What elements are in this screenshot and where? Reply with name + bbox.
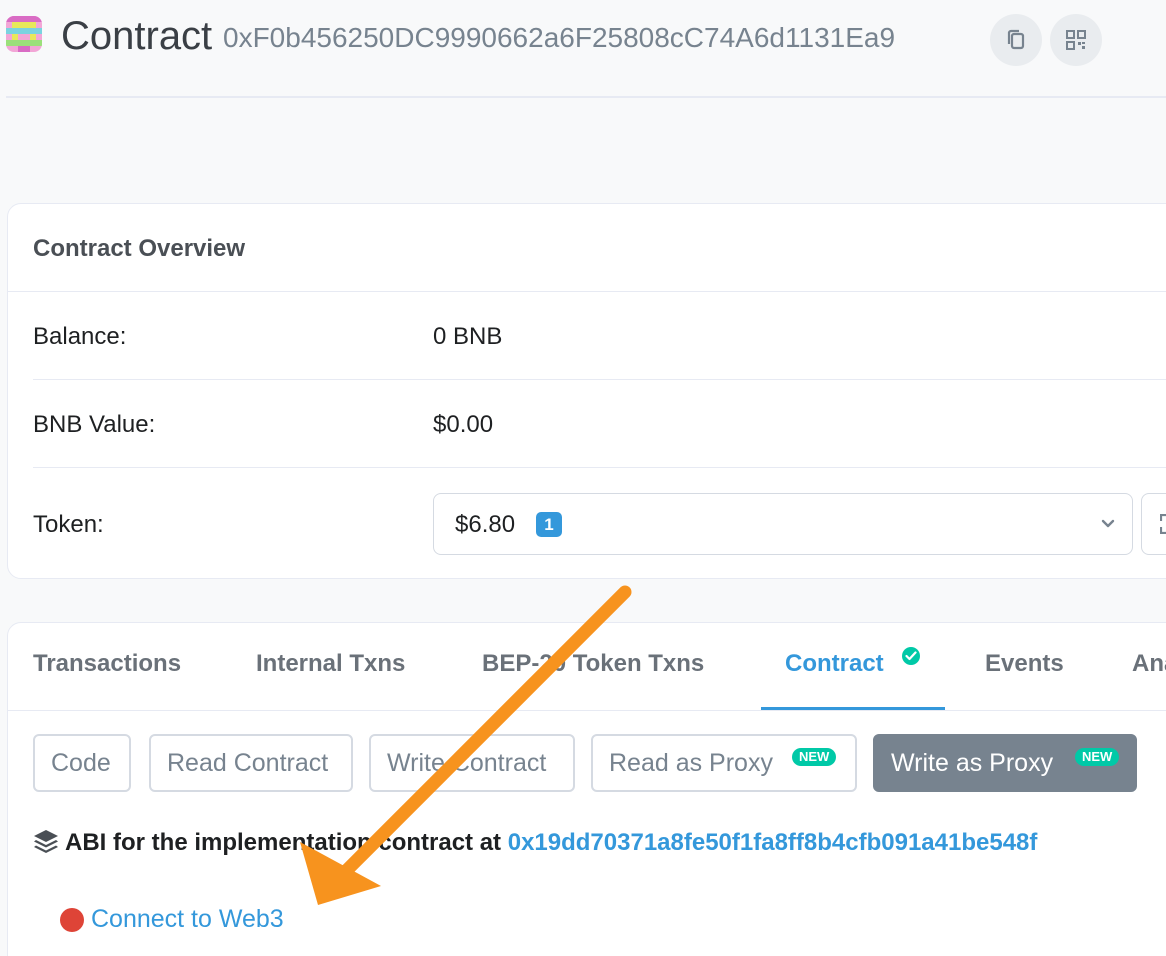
copy-address-button[interactable] (990, 14, 1042, 66)
balance-label: Balance: (33, 323, 127, 350)
code-button-label: Code (51, 749, 111, 777)
bnb-value-label: BNB Value: (33, 411, 156, 438)
contract-address: 0xF0b456250DC9990662a6F25808cC74A6d1131E… (223, 22, 896, 53)
read-contract-button[interactable]: Read Contract (149, 734, 353, 792)
qr-code-button[interactable] (1050, 14, 1102, 66)
layers-icon (34, 830, 58, 853)
read-as-proxy-label: Read as Proxy (609, 749, 773, 777)
contract-avatar (6, 16, 42, 52)
expand-icon (1160, 514, 1166, 534)
tab-internal-txns[interactable]: Internal Txns (256, 650, 405, 678)
balance-value: 0 BNB (433, 323, 503, 350)
contract-overview-card: Contract Overview Balance: 0 BNB BNB Val… (7, 203, 1166, 579)
tab-contract[interactable]: Contract (785, 650, 884, 678)
write-as-proxy-label: Write as Proxy (891, 749, 1054, 777)
implementation-address-link[interactable]: 0x19dd70371a8fe50f1fa8ff8b4cfb091a41be54… (508, 829, 1038, 856)
read-contract-label: Read Contract (167, 749, 329, 777)
token-count-badge: 1 (536, 512, 562, 537)
tab-events[interactable]: Events (985, 650, 1064, 678)
new-badge: NEW (792, 748, 837, 766)
connection-status-dot (60, 908, 84, 932)
write-contract-label: Write Contract (387, 749, 547, 777)
token-dropdown[interactable]: $6.80 1 (433, 493, 1133, 555)
page-header: Contract 0xF0b456250DC9990662a6F25808cC7… (0, 0, 1166, 98)
connect-to-web3-link[interactable]: Connect to Web3 (91, 905, 284, 934)
row-divider (33, 379, 1166, 380)
tab-bep20-token-txns[interactable]: BEP-20 Token Txns (482, 650, 704, 678)
card-title: Contract Overview (33, 235, 246, 262)
copy-icon (1007, 29, 1025, 50)
card-divider (8, 291, 1166, 292)
chevron-down-icon (1101, 519, 1115, 528)
expand-token-button[interactable] (1141, 493, 1166, 555)
read-as-proxy-button[interactable]: Read as Proxy NEW (591, 734, 857, 792)
code-button[interactable]: Code (33, 734, 131, 792)
qr-code-icon (1066, 30, 1086, 50)
new-badge: NEW (1075, 748, 1120, 766)
token-label: Token: (33, 511, 104, 538)
contract-tabs-card: Transactions Internal Txns BEP-20 Token … (7, 622, 1166, 956)
abi-label: ABI for the implementation contract at (65, 829, 502, 856)
abi-info: ABI for the implementation contract at 0… (33, 829, 1037, 857)
verified-check-icon (902, 647, 920, 665)
tab-transactions[interactable]: Transactions (33, 650, 181, 678)
row-divider (33, 467, 1166, 468)
write-as-proxy-button[interactable]: Write as Proxy NEW (873, 734, 1137, 792)
token-value: $6.80 (455, 511, 516, 538)
write-contract-button[interactable]: Write Contract (369, 734, 575, 792)
bnb-value-value: $0.00 (433, 411, 494, 438)
tab-analytics[interactable]: Ana (1132, 650, 1166, 678)
page-title: Contract (61, 14, 213, 58)
tabs-divider (8, 710, 1166, 711)
header-divider (6, 96, 1166, 98)
